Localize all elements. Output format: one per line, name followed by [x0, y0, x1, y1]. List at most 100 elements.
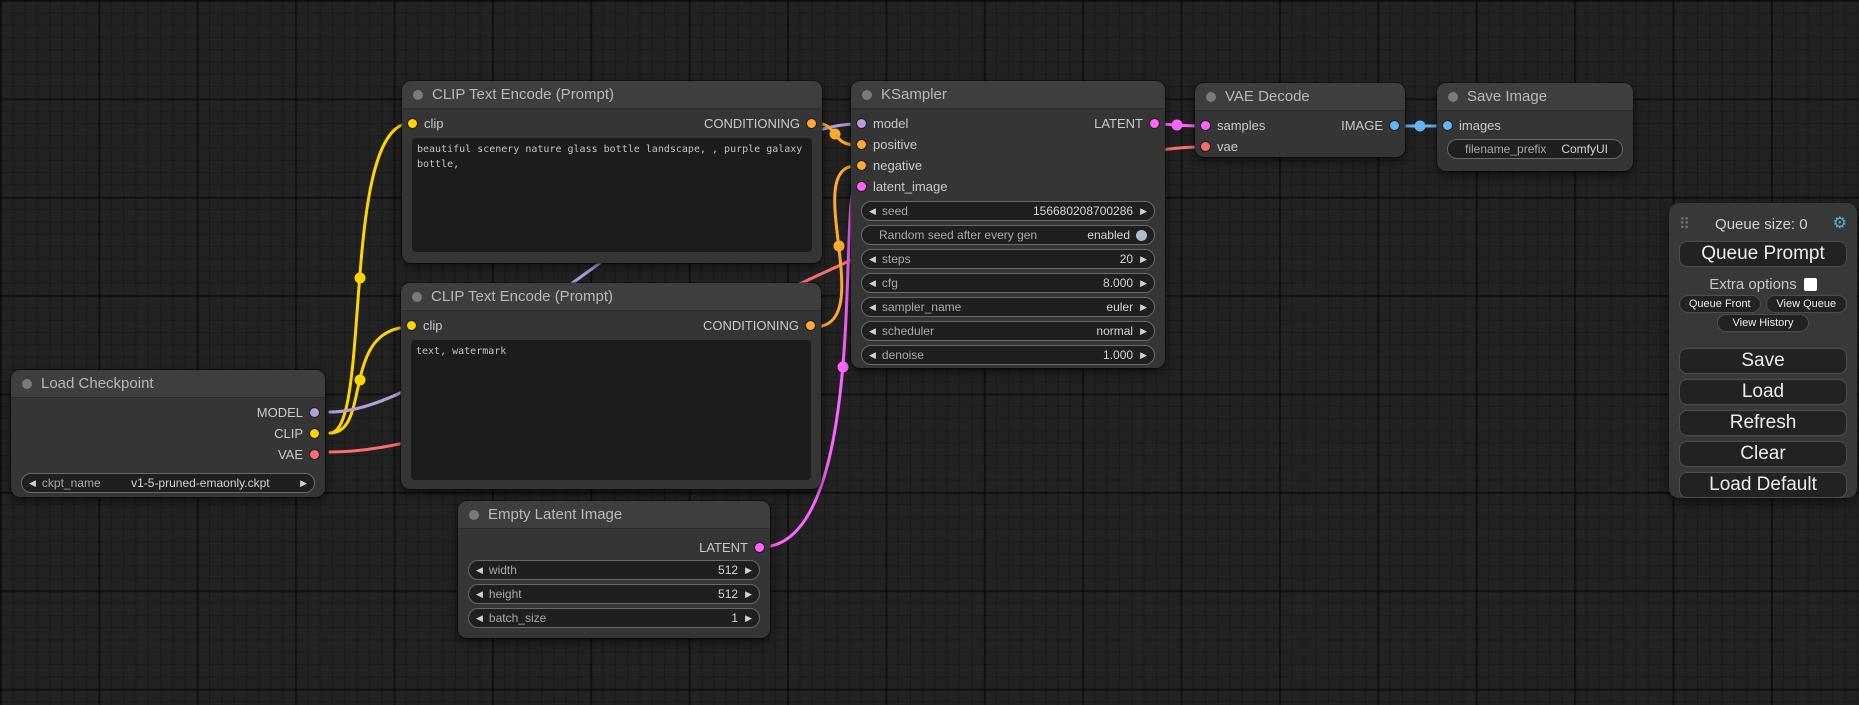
input-port-positive[interactable]	[857, 140, 866, 149]
right-arrow-icon[interactable]: ▶	[1140, 206, 1147, 217]
cfg-widget[interactable]: ◀ cfg 8.000 ▶	[861, 273, 1155, 293]
node-title-bar[interactable]: Load Checkpoint	[11, 370, 325, 398]
link-dot	[834, 241, 845, 252]
load-default-button[interactable]: Load Default	[1679, 472, 1847, 498]
node-save-image[interactable]: Save Image images filename_prefix ComfyU…	[1437, 83, 1633, 171]
batch-size-widget[interactable]: ◀ batch_size 1 ▶	[468, 608, 760, 628]
queue-prompt-button[interactable]: Queue Prompt	[1679, 241, 1847, 267]
right-arrow-icon[interactable]: ▶	[745, 589, 752, 600]
ckpt-name-widget[interactable]: ◀ ckpt_name v1-5-pruned-emaonly.ckpt ▶	[21, 473, 315, 493]
sampler-name-widget[interactable]: ◀ sampler_name euler ▶	[861, 297, 1155, 317]
clear-button[interactable]: Clear	[1679, 441, 1847, 467]
output-port-model[interactable]	[310, 408, 319, 417]
toggle-dot-icon[interactable]	[1136, 230, 1147, 241]
view-queue-button[interactable]: View Queue	[1766, 295, 1848, 313]
output-port-latent[interactable]	[755, 543, 764, 552]
right-arrow-icon[interactable]: ▶	[745, 565, 752, 576]
seed-widget[interactable]: ◀ seed 156680208700286 ▶	[861, 201, 1155, 221]
input-port-images[interactable]	[1443, 121, 1452, 130]
node-title-bar[interactable]: Save Image	[1437, 83, 1633, 111]
left-arrow-icon[interactable]: ◀	[869, 206, 876, 217]
input-port-clip[interactable]	[407, 321, 416, 330]
save-button[interactable]: Save	[1679, 348, 1847, 374]
node-empty-latent-image[interactable]: Empty Latent Image LATENT ◀ width 512 ▶ …	[458, 501, 770, 638]
right-arrow-icon[interactable]: ▶	[1140, 350, 1147, 361]
collapse-dot-icon[interactable]	[413, 90, 423, 100]
input-label-clip: clip	[423, 318, 443, 333]
node-vae-decode[interactable]: VAE Decode samples IMAGE vae	[1195, 83, 1405, 157]
node-title: Empty Latent Image	[488, 506, 622, 523]
negative-prompt-textarea[interactable]: text, watermark	[411, 340, 811, 480]
right-arrow-icon[interactable]: ▶	[1140, 302, 1147, 313]
queue-front-button[interactable]: Queue Front	[1679, 295, 1761, 313]
left-arrow-icon[interactable]: ◀	[869, 326, 876, 337]
input-port-model[interactable]	[857, 119, 866, 128]
output-port-conditioning[interactable]	[806, 321, 815, 330]
node-title-bar[interactable]: KSampler	[851, 81, 1165, 109]
left-arrow-icon[interactable]: ◀	[476, 565, 483, 576]
collapse-dot-icon[interactable]	[469, 510, 479, 520]
refresh-button[interactable]: Refresh	[1679, 410, 1847, 436]
input-port-vae[interactable]	[1201, 142, 1210, 151]
node-clip-text-encode-negative[interactable]: CLIP Text Encode (Prompt) clip CONDITION…	[401, 283, 821, 489]
node-title: CLIP Text Encode (Prompt)	[431, 288, 613, 305]
collapse-dot-icon[interactable]	[1448, 92, 1458, 102]
extra-options-checkbox[interactable]	[1804, 278, 1817, 291]
output-port-conditioning[interactable]	[807, 119, 816, 128]
left-arrow-icon[interactable]: ◀	[29, 478, 36, 489]
output-port-latent[interactable]	[1150, 119, 1159, 128]
left-arrow-icon[interactable]: ◀	[869, 350, 876, 361]
output-label-image: IMAGE	[1341, 118, 1383, 133]
height-widget[interactable]: ◀ height 512 ▶	[468, 584, 760, 604]
positive-prompt-textarea[interactable]: beautiful scenery nature glass bottle la…	[412, 138, 812, 252]
output-port-clip[interactable]	[310, 429, 319, 438]
steps-widget[interactable]: ◀ steps 20 ▶	[861, 249, 1155, 269]
node-title: Load Checkpoint	[41, 375, 154, 392]
filename-prefix-widget[interactable]: filename_prefix ComfyUI	[1447, 139, 1623, 159]
collapse-dot-icon[interactable]	[862, 90, 872, 100]
right-arrow-icon[interactable]: ▶	[1140, 278, 1147, 289]
denoise-widget[interactable]: ◀ denoise 1.000 ▶	[861, 345, 1155, 365]
node-title: VAE Decode	[1225, 88, 1310, 105]
left-arrow-icon[interactable]: ◀	[476, 589, 483, 600]
input-port-latent-image[interactable]	[857, 182, 866, 191]
widget-label: width	[489, 563, 517, 577]
collapse-dot-icon[interactable]	[22, 379, 32, 389]
left-arrow-icon[interactable]: ◀	[476, 613, 483, 624]
scheduler-widget[interactable]: ◀ scheduler normal ▶	[861, 321, 1155, 341]
collapse-dot-icon[interactable]	[1206, 92, 1216, 102]
input-port-clip[interactable]	[408, 119, 417, 128]
random-seed-toggle-widget[interactable]: Random seed after every gen enabled	[861, 225, 1155, 245]
left-arrow-icon[interactable]: ◀	[869, 302, 876, 313]
node-title-bar[interactable]: CLIP Text Encode (Prompt)	[402, 81, 822, 109]
width-widget[interactable]: ◀ width 512 ▶	[468, 560, 760, 580]
node-title-bar[interactable]: VAE Decode	[1195, 83, 1405, 111]
right-arrow-icon[interactable]: ▶	[1140, 254, 1147, 265]
link-dot	[355, 375, 366, 386]
node-ksampler[interactable]: KSampler model LATENT positive negative	[851, 81, 1165, 368]
input-port-negative[interactable]	[857, 161, 866, 170]
widget-label: Random seed after every gen	[879, 228, 1037, 242]
node-title-bar[interactable]: Empty Latent Image	[458, 501, 770, 529]
left-arrow-icon[interactable]: ◀	[869, 278, 876, 289]
widget-value: 512	[718, 563, 738, 577]
right-arrow-icon[interactable]: ▶	[745, 613, 752, 624]
widget-value: 8.000	[1103, 276, 1133, 290]
collapse-dot-icon[interactable]	[412, 292, 422, 302]
settings-gear-icon[interactable]: ⚙	[1833, 216, 1847, 232]
node-load-checkpoint[interactable]: Load Checkpoint MODEL CLIP VAE ◀ ckpt_na…	[11, 370, 325, 497]
output-port-image[interactable]	[1390, 121, 1399, 130]
input-label-images: images	[1459, 118, 1501, 133]
view-history-button[interactable]: View History	[1717, 314, 1809, 332]
load-button[interactable]: Load	[1679, 379, 1847, 405]
node-title-bar[interactable]: CLIP Text Encode (Prompt)	[401, 283, 821, 311]
right-arrow-icon[interactable]: ▶	[1140, 326, 1147, 337]
drag-handle-icon[interactable]: ⠿	[1679, 215, 1690, 233]
node-clip-text-encode-positive[interactable]: CLIP Text Encode (Prompt) clip CONDITION…	[402, 81, 822, 263]
output-port-vae[interactable]	[310, 450, 319, 459]
node-graph-canvas[interactable]: Load Checkpoint MODEL CLIP VAE ◀ ckpt_na…	[0, 0, 1859, 705]
right-arrow-icon[interactable]: ▶	[300, 478, 307, 489]
input-port-samples[interactable]	[1201, 121, 1210, 130]
node-title: CLIP Text Encode (Prompt)	[432, 86, 614, 103]
left-arrow-icon[interactable]: ◀	[869, 254, 876, 265]
